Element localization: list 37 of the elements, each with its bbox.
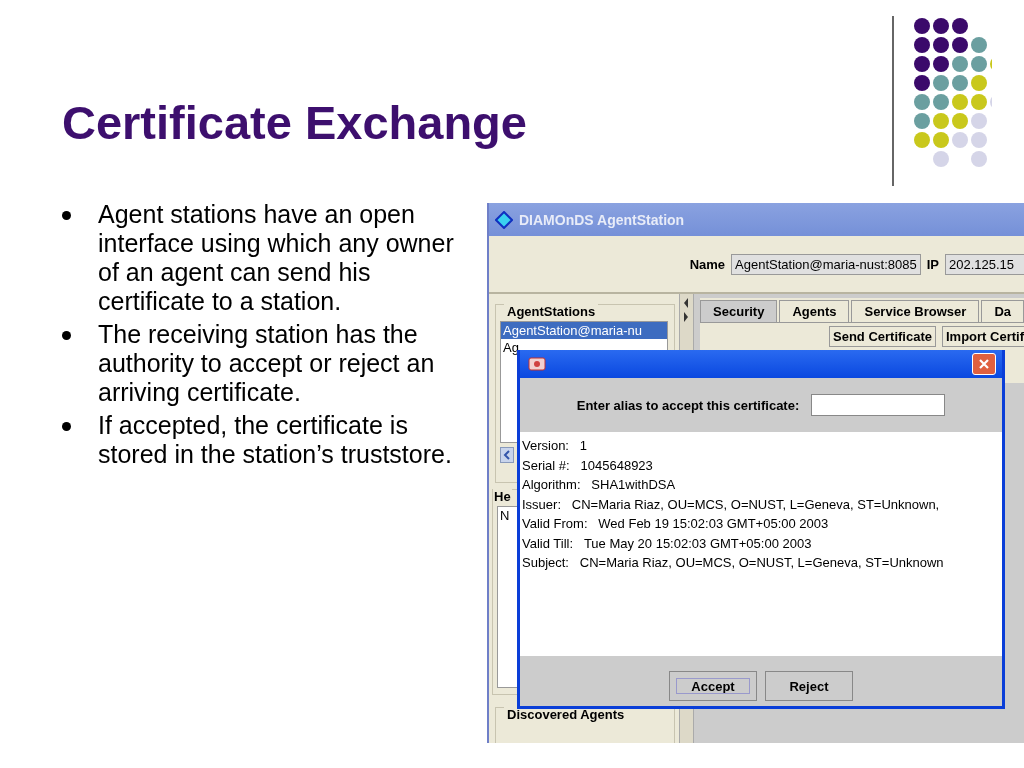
certificate-icon bbox=[528, 356, 546, 372]
window-title: DIAMOnDS AgentStation bbox=[519, 211, 685, 228]
detail-line: Serial #: 1045648923 bbox=[522, 456, 654, 475]
name-field[interactable]: AgentStation@maria-nust:8085 bbox=[731, 253, 921, 275]
bullet-icon bbox=[62, 211, 71, 220]
bullet-text: If accepted, the certificate is stored in the station’s truststore. bbox=[98, 411, 453, 469]
close-icon bbox=[978, 358, 990, 370]
slide-title: Certificate Exchange bbox=[62, 95, 527, 151]
ip-field[interactable]: 202.125.15 bbox=[945, 253, 1024, 275]
scroll-left-icon[interactable] bbox=[500, 447, 514, 463]
tab[interactable]: Agents bbox=[779, 300, 850, 322]
alias-prompt: Enter alias to accept this certificate: bbox=[576, 397, 800, 413]
alias-field[interactable] bbox=[811, 394, 946, 416]
detail-line: Version: 1 bbox=[522, 437, 589, 455]
bullet-icon bbox=[62, 422, 71, 431]
close-button[interactable] bbox=[972, 353, 996, 375]
detail-line: Subject: CN=Maria Riaz, OU=MCS, O=NUST, L=Geneva, ST=Unknown bbox=[522, 554, 945, 572]
bullet-icon bbox=[62, 331, 71, 340]
group-label: He bbox=[493, 488, 512, 504]
detail-line: Valid Till: Tue May 20 15:02:03 GMT+05:00 2003 bbox=[522, 534, 813, 553]
tab[interactable]: Security bbox=[700, 300, 778, 322]
dialog-button[interactable]: Accept bbox=[669, 671, 757, 701]
bullet-text: Agent stations have an open interface using which any owner of an agent can send his certificate to a station. bbox=[98, 200, 455, 316]
ip-label: IP bbox=[926, 256, 939, 272]
toolbar-button[interactable]: Send Certificate bbox=[829, 326, 936, 347]
dialog-button[interactable]: Reject bbox=[765, 671, 853, 701]
toolbar-button[interactable]: Import Certif bbox=[942, 326, 1024, 347]
name-label: Name bbox=[689, 256, 726, 272]
group-label: AgentStations bbox=[504, 304, 599, 319]
tab[interactable]: Da bbox=[981, 300, 1024, 322]
detail-line: Issuer: CN=Maria Riaz, OU=MCS, O=NUST, L=Geneva, ST=Unknown, bbox=[522, 495, 941, 514]
detail-line: Valid From: Wed Feb 19 15:02:03 GMT+05:00 2003 bbox=[522, 515, 830, 533]
diamond-icon bbox=[495, 210, 513, 229]
bullet-text: The receiving station has the authority to accept or reject an arriving certificate. bbox=[98, 320, 436, 407]
detail-line: Algorithm: SHA1withDSA bbox=[522, 476, 677, 494]
list-item[interactable]: AgentStation@maria-nu bbox=[501, 322, 667, 339]
tab[interactable]: Service Browser bbox=[851, 300, 980, 322]
